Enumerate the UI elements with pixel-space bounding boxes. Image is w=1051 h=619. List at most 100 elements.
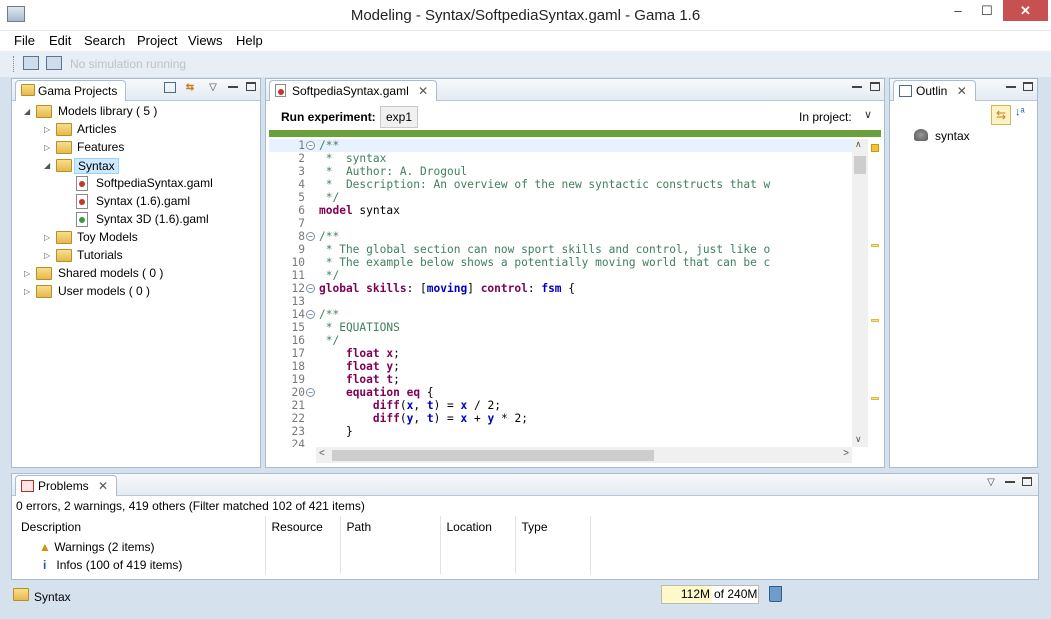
info-marker[interactable] bbox=[871, 397, 879, 400]
run-experiment-button[interactable]: exp1 bbox=[380, 106, 419, 128]
folder-icon bbox=[56, 123, 72, 136]
trash-icon[interactable] bbox=[769, 586, 782, 602]
close-tab-icon[interactable]: ✕ bbox=[957, 84, 967, 98]
expanded-arrow-icon[interactable]: ◢ bbox=[24, 107, 30, 116]
collapsed-arrow-icon[interactable]: ▷ bbox=[44, 125, 50, 134]
problems-panel: Problems ✕ ▽ 0 errors, 2 warnings, 419 o… bbox=[11, 473, 1039, 580]
run-experiment-label: Run experiment: bbox=[281, 110, 376, 124]
scroll-down-icon[interactable]: ∨ bbox=[855, 434, 862, 445]
maximize-view-icon[interactable] bbox=[1023, 82, 1033, 91]
problems-icon bbox=[21, 480, 34, 492]
problems-summary: 0 errors, 2 warnings, 419 others (Filter… bbox=[16, 499, 365, 513]
horizontal-scrollbar[interactable]: < > bbox=[316, 447, 852, 463]
new-model-icon[interactable] bbox=[46, 56, 62, 70]
view-menu-icon[interactable]: ▽ bbox=[207, 82, 219, 94]
folder-icon bbox=[13, 588, 29, 601]
menu-bar: File Edit Search Project Views Help bbox=[0, 31, 1051, 51]
link-with-editor-icon[interactable]: ⇆ bbox=[991, 105, 1011, 125]
folder-icon bbox=[36, 267, 52, 280]
tab-problems[interactable]: Problems ✕ bbox=[15, 475, 118, 496]
simulation-status: No simulation running bbox=[70, 57, 187, 71]
tree-item-label: Features bbox=[77, 140, 125, 154]
run-experiment-bar: Run experiment: exp1 In project: ∨ bbox=[266, 102, 884, 130]
link-editor-icon[interactable]: ⇆ bbox=[184, 82, 196, 94]
user-folder-icon bbox=[36, 285, 52, 298]
menu-views[interactable]: Views bbox=[188, 33, 222, 48]
row-label: Warnings (2 items) bbox=[54, 540, 155, 554]
gaml-file-icon bbox=[76, 176, 88, 191]
warning-icon: ▲ bbox=[39, 540, 51, 554]
menu-edit[interactable]: Edit bbox=[49, 33, 71, 48]
minimize-view-icon[interactable] bbox=[1006, 86, 1016, 88]
table-row[interactable]: ▲ Warnings (2 items) bbox=[15, 538, 1035, 556]
column-description[interactable]: Description bbox=[15, 516, 266, 538]
tab-gama-projects[interactable]: Gama Projects bbox=[15, 80, 127, 101]
maximize-view-icon[interactable] bbox=[246, 82, 256, 91]
close-tab-icon[interactable]: ✕ bbox=[98, 479, 108, 493]
menu-project[interactable]: Project bbox=[137, 33, 177, 48]
collapsed-arrow-icon[interactable]: ▷ bbox=[24, 287, 30, 296]
scroll-left-icon[interactable]: < bbox=[319, 448, 325, 459]
tree-item-label: Tutorials bbox=[77, 248, 123, 262]
column-location[interactable]: Location bbox=[440, 516, 516, 538]
outline-item-syntax[interactable]: syntax bbox=[935, 129, 970, 143]
minimize-view-icon[interactable] bbox=[852, 86, 862, 88]
close-button[interactable]: ✕ bbox=[1003, 0, 1048, 21]
memory-indicator[interactable]: 112M of 240M bbox=[661, 585, 759, 604]
close-tab-icon[interactable]: ✕ bbox=[418, 84, 428, 98]
scroll-right-icon[interactable]: > bbox=[843, 448, 849, 459]
tab-outline[interactable]: Outlin ✕ bbox=[893, 80, 976, 101]
memory-total: of 240M bbox=[714, 587, 758, 601]
collapsed-arrow-icon[interactable]: ▷ bbox=[44, 233, 50, 242]
column-type[interactable]: Type bbox=[515, 516, 591, 538]
tree-item-label: Toy Models bbox=[77, 230, 138, 244]
maximize-button[interactable]: ☐ bbox=[973, 0, 1001, 21]
tab-softpedia-syntax[interactable]: SoftpediaSyntax.gaml ✕ bbox=[269, 80, 438, 101]
table-row[interactable]: i Infos (100 of 419 items) bbox=[15, 556, 1035, 574]
console-icon[interactable] bbox=[23, 56, 39, 70]
folder-icon bbox=[21, 84, 35, 96]
tab-label: SoftpediaSyntax.gaml bbox=[292, 84, 409, 98]
minimize-button[interactable]: – bbox=[944, 0, 972, 21]
minimize-view-icon[interactable] bbox=[1005, 481, 1015, 483]
problems-tab-header: Problems ✕ ▽ bbox=[12, 474, 1038, 496]
menu-help[interactable]: Help bbox=[236, 33, 263, 48]
folder-icon bbox=[56, 249, 72, 262]
expanded-arrow-icon[interactable]: ◢ bbox=[44, 161, 50, 170]
scroll-up-icon[interactable]: ∧ bbox=[855, 139, 862, 150]
outline-panel: Outlin ✕ ⇆ ↓ᵃ syntax bbox=[889, 78, 1038, 468]
toolbar: No simulation running bbox=[0, 51, 1051, 77]
view-menu-icon[interactable]: ▽ bbox=[985, 477, 997, 489]
collapsed-arrow-icon[interactable]: ▷ bbox=[44, 143, 50, 152]
status-bar-green bbox=[269, 130, 881, 137]
collapse-all-icon[interactable] bbox=[164, 82, 176, 93]
info-marker[interactable] bbox=[871, 244, 879, 247]
in-project-label: In project: bbox=[799, 110, 852, 124]
chevron-down-icon[interactable]: ∨ bbox=[864, 108, 872, 121]
column-path[interactable]: Path bbox=[340, 516, 441, 538]
minimize-view-icon[interactable] bbox=[228, 86, 238, 88]
tab-label: Problems bbox=[38, 479, 89, 493]
editor-panel: SoftpediaSyntax.gaml ✕ Run experiment: e… bbox=[265, 78, 885, 468]
column-resource[interactable]: Resource bbox=[265, 516, 341, 538]
menu-file[interactable]: File bbox=[14, 33, 35, 48]
vertical-scrollbar[interactable]: ∧ ∨ bbox=[852, 139, 868, 447]
collapsed-arrow-icon[interactable]: ▷ bbox=[24, 269, 30, 278]
maximize-view-icon[interactable] bbox=[870, 82, 880, 91]
window-title: Modeling - Syntax/SoftpediaSyntax.gaml -… bbox=[350, 7, 701, 24]
tree-item-label: User models ( 0 ) bbox=[58, 284, 151, 298]
warning-marker[interactable] bbox=[871, 144, 879, 152]
outline-icon bbox=[899, 85, 912, 97]
tree-item-label: SoftpediaSyntax.gaml bbox=[96, 176, 213, 190]
collapsed-arrow-icon[interactable]: ▷ bbox=[44, 251, 50, 260]
info-marker[interactable] bbox=[871, 319, 879, 322]
info-icon: i bbox=[43, 558, 47, 572]
maximize-view-icon[interactable] bbox=[1022, 477, 1032, 486]
tab-label: Gama Projects bbox=[38, 84, 118, 98]
scroll-thumb[interactable] bbox=[854, 156, 866, 174]
sort-icon[interactable]: ↓ᵃ bbox=[1015, 106, 1025, 118]
code-editor[interactable]: 1−/** 2 * syntax 3 * Author: A. Drogoul … bbox=[269, 139, 852, 447]
menu-search[interactable]: Search bbox=[84, 33, 125, 48]
gaml-file-icon bbox=[275, 84, 286, 97]
scroll-thumb[interactable] bbox=[332, 450, 654, 461]
